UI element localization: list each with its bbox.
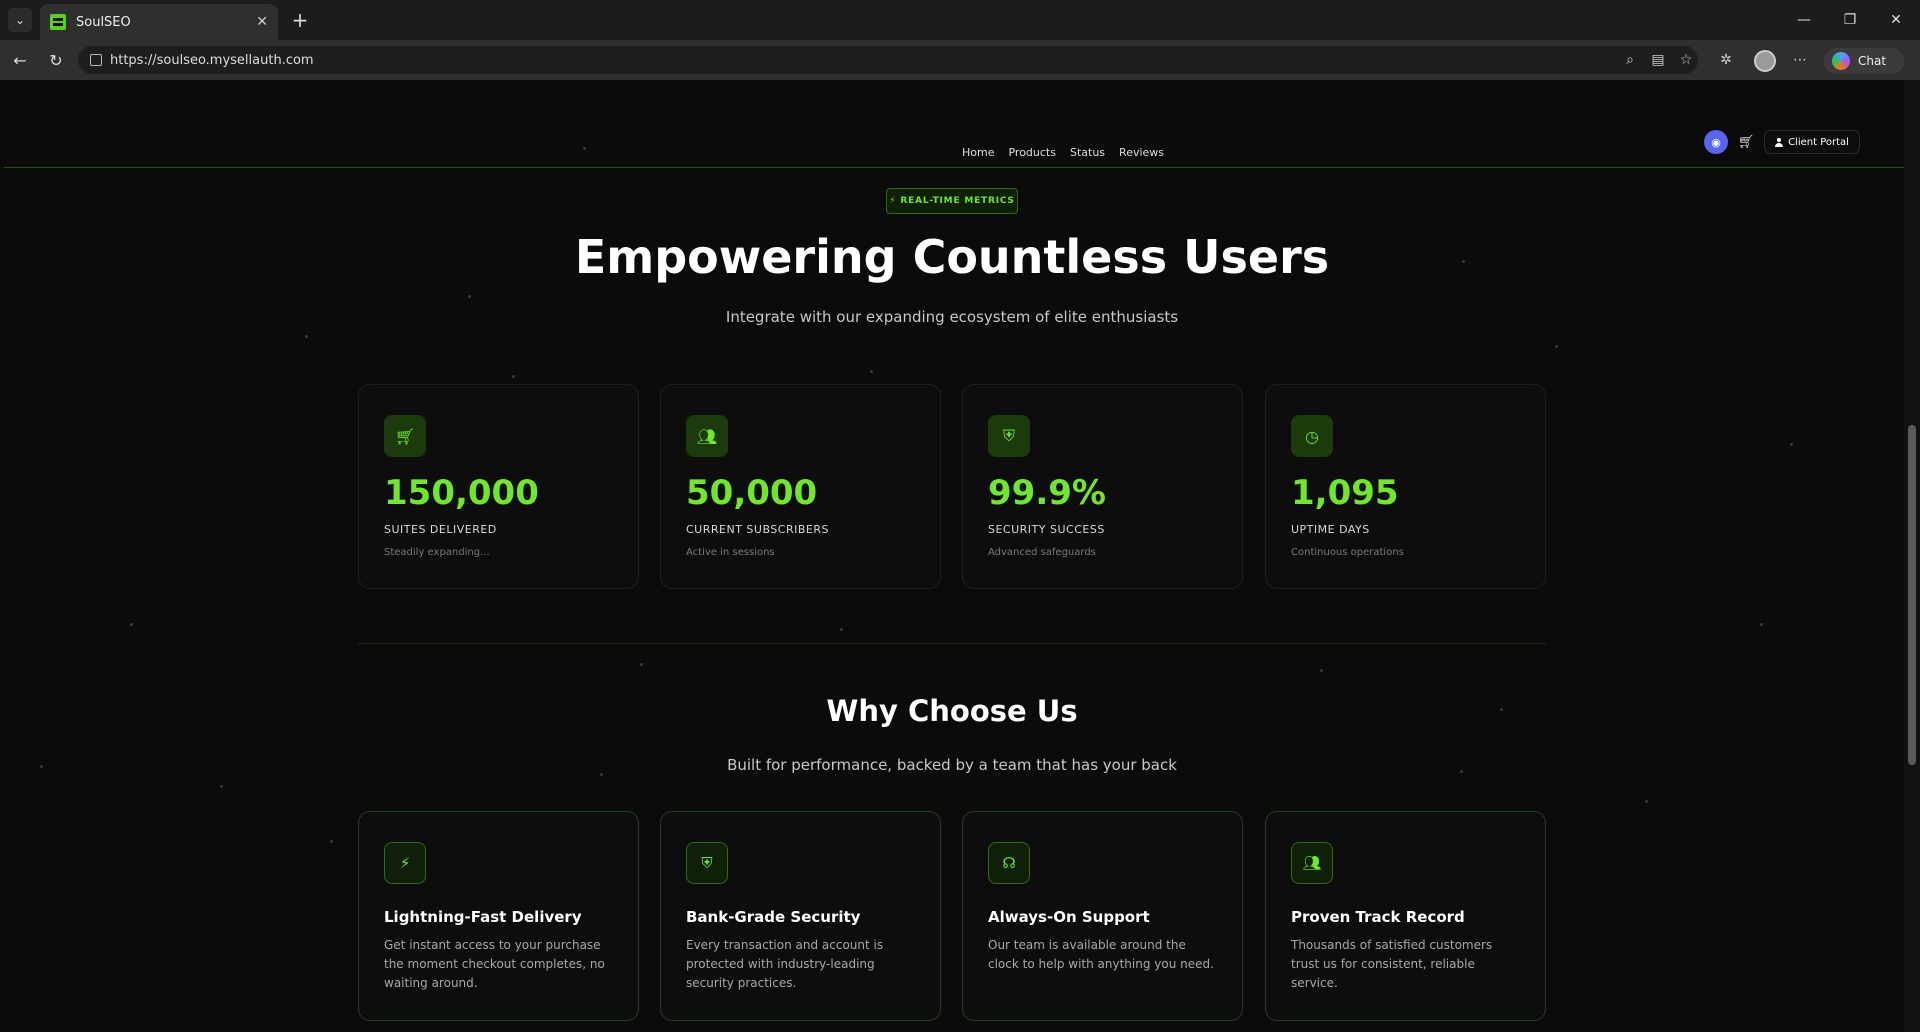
star-dot [1555,345,1558,348]
site-nav: Home Products Status Reviews [962,146,1164,159]
bolt-icon: ⚡︎ [384,842,426,884]
discord-icon[interactable]: ◉ [1704,130,1728,154]
stat-description: Active in sessions [686,547,775,558]
nav-home[interactable]: Home [962,146,994,159]
feature-title: Always-On Support [988,908,1150,926]
chat-label: Chat [1858,54,1887,68]
star-dot [220,785,223,788]
users-icon: 👥︎ [1291,842,1333,884]
reader-view-icon[interactable]: ▤ [1648,50,1668,70]
feature-card: ⚡︎ Lightning-Fast Delivery Get instant a… [358,811,639,1021]
shield-icon: ⛨ [988,415,1030,457]
star-dot [1790,443,1793,446]
stat-label: SUITES DELIVERED [384,523,497,536]
new-tab-icon[interactable]: + [288,8,312,32]
star-dot [1645,800,1648,803]
feature-card: ☊ Always-On Support Our team is availabl… [962,811,1243,1021]
star-dot [330,840,333,843]
stat-description: Steadily expanding... [384,547,490,558]
star-dot [512,375,515,378]
star-dot [305,335,308,338]
feature-title: Lightning-Fast Delivery [384,908,582,926]
browser-tab[interactable]: SoulSEO ✕ [40,4,278,40]
refresh-icon[interactable]: ↻ [44,48,68,72]
stat-card: 👥︎ 50,000 CURRENT SUBSCRIBERS Active in … [660,384,941,589]
close-window-icon[interactable]: ✕ [1876,8,1916,32]
cart-icon[interactable]: 🛒︎ [1736,132,1756,152]
stat-card: ◷ 1,095 UPTIME DAYS Continuous operation… [1265,384,1546,589]
client-portal-button[interactable]: Client Portal [1764,130,1860,154]
tab-actions-menu-icon[interactable]: ⌄ [8,8,32,32]
page-scrollbar[interactable] [1904,80,1920,1032]
extensions-icon[interactable]: ✲ [1716,50,1736,70]
stat-value: 50,000 [686,473,818,513]
clock-icon: ◷ [1291,415,1333,457]
url-text: https://soulseo.mysellauth.com [110,52,314,68]
stat-value: 1,095 [1291,473,1399,513]
real-time-badge: ⚡︎ REAL-TIME METRICS [886,188,1018,214]
site-favicon-icon [50,14,66,30]
restore-icon[interactable]: ❐ [1830,8,1870,32]
feature-description: Thousands of satisfied customers trust u… [1291,938,1493,990]
favorite-star-icon[interactable]: ☆ [1676,50,1696,70]
stat-card: ⛨ 99.9% SECURITY SUCCESS Advanced safegu… [962,384,1243,589]
why-subtitle: Built for performance, backed by a team … [727,756,1177,774]
address-bar[interactable]: https://soulseo.mysellauth.com [78,46,1698,74]
stat-label: CURRENT SUBSCRIBERS [686,523,829,536]
portal-label: Client Portal [1788,136,1849,148]
shield-icon: ⛨ [686,842,728,884]
section-divider [358,643,1546,644]
stat-description: Advanced safeguards [988,547,1096,558]
copilot-chat-button[interactable]: Chat [1824,48,1904,74]
bolt-icon: ⚡︎ [889,196,897,206]
feature-title: Proven Track Record [1291,908,1465,926]
feature-title: Bank-Grade Security [686,908,861,926]
stat-value: 99.9% [988,473,1106,513]
browser-toolbar: ← ↻ https://soulseo.mysellauth.com ⌕ ▤ ☆… [0,40,1920,80]
back-icon[interactable]: ← [8,48,32,72]
user-icon [1775,137,1784,147]
profile-avatar[interactable] [1754,50,1776,72]
headset-icon: ☊ [988,842,1030,884]
star-dot [1760,623,1763,626]
nav-products[interactable]: Products [1008,146,1056,159]
page-viewport: Home Products Status Reviews ◉ 🛒︎ Client… [0,80,1920,1032]
site-info-icon[interactable] [90,54,102,66]
stat-label: UPTIME DAYS [1291,523,1370,536]
stat-card: 🛒︎ 150,000 SUITES DELIVERED Steadily exp… [358,384,639,589]
why-title: Why Choose Us [826,694,1078,728]
stat-label: SECURITY SUCCESS [988,523,1105,536]
users-icon: 👥︎ [686,415,728,457]
star-dot [130,623,133,626]
star-dot [468,295,471,298]
feature-description: Every transaction and account is protect… [686,938,884,990]
feature-card: ⛨ Bank-Grade Security Every transaction … [660,811,941,1021]
stat-value: 150,000 [384,473,539,513]
cart-icon: 🛒︎ [384,415,426,457]
nav-status[interactable]: Status [1070,146,1105,159]
minimize-icon[interactable]: — [1784,8,1824,32]
zoom-icon[interactable]: ⌕ [1620,50,1640,70]
copilot-icon [1832,52,1850,70]
tab-close-icon[interactable]: ✕ [256,14,268,30]
star-dot [870,370,873,373]
scrollbar-thumb[interactable] [1908,425,1916,765]
star-dot [640,663,643,666]
stat-description: Continuous operations [1291,547,1404,558]
feature-card: 👥︎ Proven Track Record Thousands of sati… [1265,811,1546,1021]
feature-description: Our team is available around the clock t… [988,938,1214,971]
hero-subtitle: Integrate with our expanding ecosystem o… [725,308,1179,326]
browser-titlebar: ⌄ SoulSEO ✕ + — ❐ ✕ [0,0,1920,40]
star-dot [1320,669,1323,672]
nav-reviews[interactable]: Reviews [1119,146,1164,159]
star-dot [840,628,843,631]
site-header: Home Products Status Reviews ◉ 🛒︎ Client… [4,80,1904,168]
badge-label: REAL-TIME METRICS [900,196,1015,206]
more-menu-icon[interactable]: ⋯ [1790,50,1810,70]
hero-title: Empowering Countless Users [574,230,1330,284]
feature-description: Get instant access to your purchase the … [384,938,605,990]
tab-title: SoulSEO [76,14,131,30]
